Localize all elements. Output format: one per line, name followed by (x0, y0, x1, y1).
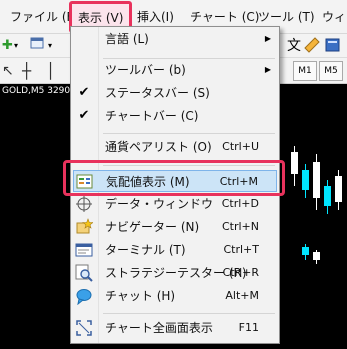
menu-item-label: ターミナル (T) (105, 243, 186, 257)
menu-item-label: 気配値表示 (M) (106, 175, 190, 189)
menu-item-fullscreen[interactable]: チャート全画面表示 F11 (71, 317, 279, 339)
fullscreen-icon (75, 319, 93, 337)
menu-item-shortcut: Ctrl+T (223, 243, 259, 256)
candle-body (335, 176, 342, 202)
crosshair-icon (75, 195, 93, 213)
candle-body (302, 170, 309, 190)
menu-item-language[interactable]: 言語 (L) ▶ (71, 28, 279, 50)
chart-symbol-label: GOLD,M5 3290. (2, 86, 73, 96)
menu-separator (103, 133, 275, 134)
menu-item-strategy-tester[interactable]: ストラテジーテスター (R) Ctrl+R (71, 262, 279, 284)
market-watch-icon (76, 173, 94, 191)
menu-item-label: チャット (H) (105, 289, 176, 303)
menu-separator (103, 165, 275, 166)
menu-item-market-watch[interactable]: 気配値表示 (M) Ctrl+M (73, 170, 277, 192)
check-icon: ✔ (78, 108, 90, 123)
menu-item-toolbars[interactable]: ツールバー (b) ▶ (71, 59, 279, 81)
menu-item-terminal[interactable]: ターミナル (T) Ctrl+T (71, 239, 279, 261)
navigator-star-icon (75, 218, 94, 236)
new-chart-icon[interactable]: ✚ (2, 36, 13, 56)
menu-item-label: 言語 (L) (105, 32, 149, 46)
menu-item-data-window[interactable]: データ・ウィンドウ Ctrl+D (71, 193, 279, 215)
menu-item-navigator[interactable]: ナビゲーター (N) Ctrl+N (71, 216, 279, 238)
submenu-arrow-icon: ▶ (264, 65, 271, 74)
menu-item-label: 通貨ペアリスト (O) (105, 140, 212, 154)
menu-item-shortcut: Ctrl+N (221, 220, 259, 233)
candle-body (324, 186, 331, 206)
toolbar-text-icon[interactable]: 文 (287, 36, 301, 56)
menu-item-label: ナビゲーター (N) (105, 220, 200, 234)
menu-file[interactable]: ファイル (F) (10, 0, 78, 34)
menu-item-label: チャートバー (C) (105, 109, 199, 123)
profiles-icon[interactable] (30, 36, 46, 59)
menu-item-label: チャート全画面表示 (105, 321, 213, 335)
menu-item-chat[interactable]: チャット (H) Alt+M (71, 285, 279, 307)
menu-separator (103, 313, 275, 314)
menu-item-shortcut: Ctrl+M (219, 175, 258, 188)
menu-item-label: ツールバー (b) (105, 63, 186, 77)
menu-item-status-bar[interactable]: ✔ ステータスバー (S) (71, 82, 279, 104)
submenu-arrow-icon: ▶ (264, 34, 271, 43)
candle-body (313, 252, 320, 260)
cursor-arrow-icon[interactable]: ↖ (2, 61, 14, 81)
menu-item-chart-bar[interactable]: ✔ チャートバー (C) (71, 105, 279, 127)
crosshair-tool-icon[interactable]: ┼ (22, 61, 31, 81)
menu-item-shortcut: Ctrl+R (222, 266, 259, 279)
terminal-icon (75, 241, 93, 259)
chat-bubble-icon (75, 287, 93, 306)
menu-item-shortcut: Alt+M (225, 289, 259, 302)
candle-body (291, 152, 298, 174)
menu-item-shortcut: Ctrl+U (222, 140, 259, 153)
tester-magnifier-icon (75, 264, 93, 282)
candle-body (302, 247, 309, 255)
menu-item-label: データ・ウィンドウ (105, 197, 214, 211)
check-icon: ✔ (78, 85, 90, 100)
profiles-dropdown-icon[interactable]: ▾ (48, 36, 52, 56)
menu-item-shortcut: Ctrl+D (221, 197, 259, 210)
candle-body (313, 162, 320, 198)
timeframe-m5-button[interactable]: M5 (319, 61, 343, 81)
view-menu-dropdown: 言語 (L) ▶ ツールバー (b) ▶ ✔ ステータスバー (S) ✔ チャー… (70, 26, 280, 344)
timeframe-m1-button[interactable]: M1 (293, 61, 317, 81)
dropdown-arrow-icon[interactable]: ▾ (14, 36, 18, 56)
menu-item-shortcut: F11 (238, 321, 259, 334)
vertical-line-icon[interactable]: │ (46, 61, 55, 81)
menu-item-symbols[interactable]: 通貨ペアリスト (O) Ctrl+U (71, 136, 279, 158)
menu-window[interactable]: ウィン (322, 0, 347, 34)
menu-item-label: ステータスバー (S) (105, 86, 210, 100)
